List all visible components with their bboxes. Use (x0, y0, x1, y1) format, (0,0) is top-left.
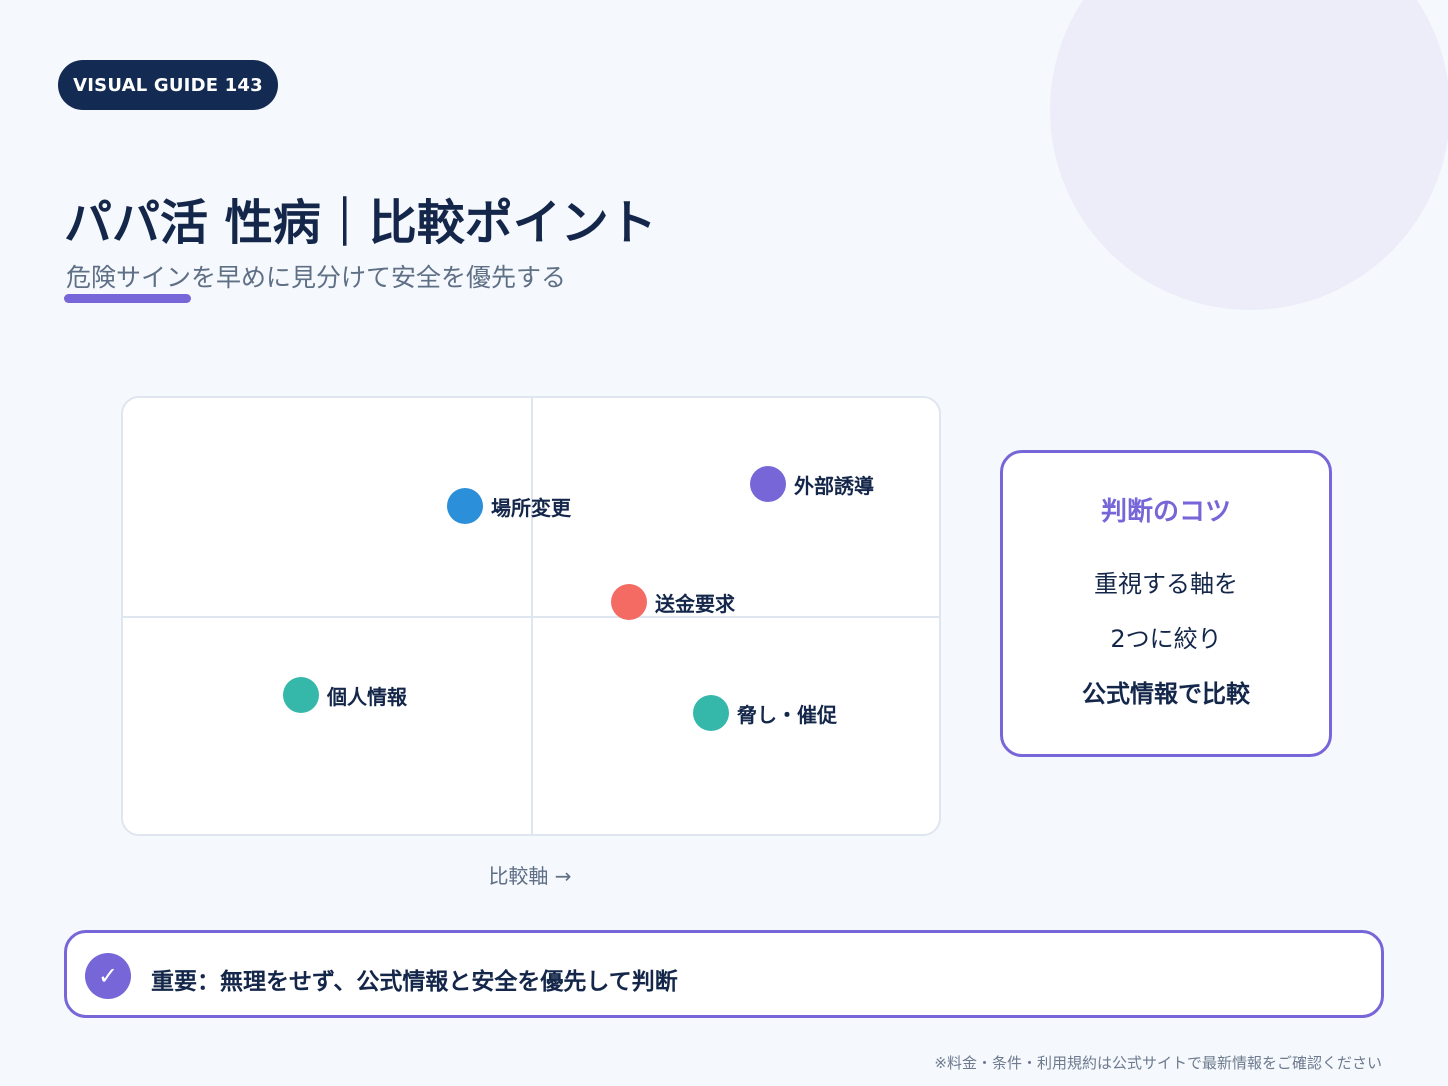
point-label: 脅し・催促 (737, 703, 837, 727)
point-marker (447, 488, 483, 524)
point-label: 外部誘導 (794, 474, 874, 498)
point-marker (693, 695, 729, 731)
page-subtitle: 危険サインを早めに見分けて安全を優先する (66, 263, 567, 292)
check-icon: ✓ (85, 953, 131, 999)
point-label: 個人情報 (327, 685, 407, 709)
comparison-matrix: 場所変更 外部誘導 送金要求 個人情報 脅し・催促 (121, 396, 941, 836)
tip-title: 判断のコツ (1100, 497, 1231, 527)
banner-text: 重要：無理をせず、公式情報と安全を優先して判断 (151, 969, 678, 995)
horizontal-axis-line (123, 616, 939, 618)
page-title: パパ活 性病｜比較ポイント (64, 195, 657, 251)
important-banner: ✓ 重要：無理をせず、公式情報と安全を優先して判断 (64, 930, 1384, 1018)
x-axis-label: 比較軸 → (488, 864, 572, 888)
point-label: 送金要求 (655, 592, 735, 616)
tip-line-emphasis: 公式情報で比較 (1082, 680, 1250, 708)
tip-line: 2つに絞り (1110, 625, 1222, 653)
decorative-circle (1050, 0, 1448, 310)
point-label: 場所変更 (491, 496, 571, 520)
point-marker (283, 677, 319, 713)
point-marker (750, 466, 786, 502)
tip-card: 判断のコツ 重視する軸を 2つに絞り 公式情報で比較 (1000, 450, 1332, 757)
tip-line: 重視する軸を (1094, 570, 1238, 598)
point-marker (611, 584, 647, 620)
title-underline (64, 294, 191, 303)
footnote: ※料金・条件・利用規約は公式サイトで最新情報をご確認ください (934, 1054, 1382, 1072)
guide-badge: VISUAL GUIDE 143 (58, 60, 278, 110)
